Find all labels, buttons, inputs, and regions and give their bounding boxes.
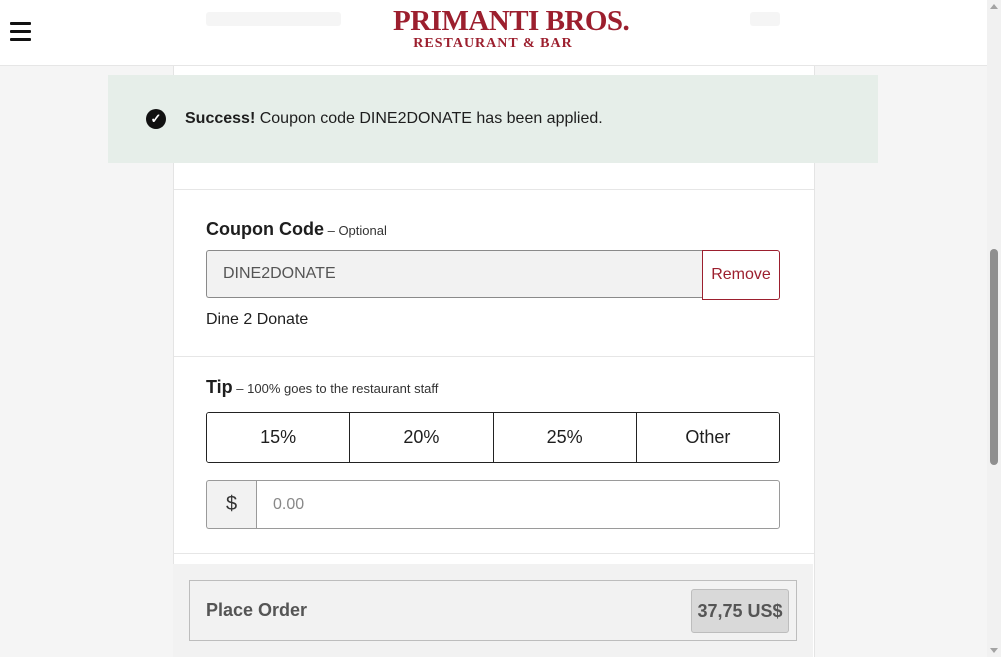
- success-banner: ✓ Success! Coupon code DINE2DONATE has b…: [108, 75, 878, 163]
- coupon-description: Dine 2 Donate: [206, 311, 309, 328]
- menu-icon-line: [10, 22, 31, 25]
- section-divider: [174, 356, 814, 357]
- place-order-button[interactable]: Place Order 37,75 US$: [189, 580, 797, 641]
- coupon-title: Coupon Code: [206, 219, 324, 239]
- banner-message: Success! Coupon code DINE2DONATE has bee…: [185, 109, 603, 129]
- order-total: 37,75 US$: [691, 589, 789, 633]
- scroll-thumb[interactable]: [990, 249, 998, 465]
- tip-title: Tip: [206, 377, 233, 397]
- site-header: PRIMANTI BROS. RESTAURANT & BAR: [0, 0, 987, 66]
- logo-main-text: PRIMANTI BROS.: [393, 5, 630, 37]
- tip-option-15[interactable]: 15%: [207, 413, 351, 462]
- dollar-sign-addon: $: [206, 480, 256, 529]
- remove-coupon-button[interactable]: Remove: [702, 250, 780, 300]
- tip-amount-input[interactable]: 0.00: [256, 480, 780, 529]
- coupon-optional-note: – Optional: [323, 223, 387, 238]
- page-scrollbar[interactable]: [987, 0, 1001, 657]
- section-divider: [174, 189, 814, 190]
- scroll-up-icon[interactable]: [990, 4, 998, 9]
- place-order-label: Place Order: [206, 600, 308, 620]
- tip-option-other[interactable]: Other: [636, 413, 779, 462]
- scroll-down-icon[interactable]: [990, 648, 998, 653]
- logo-sub-text: RESTAURANT & BAR: [413, 36, 573, 51]
- menu-icon-line: [10, 30, 31, 33]
- tip-option-25[interactable]: 25%: [493, 413, 637, 462]
- brand-logo[interactable]: PRIMANTI BROS. RESTAURANT & BAR: [393, 5, 630, 51]
- tip-options: 15% 20% 25% Other: [206, 412, 780, 463]
- tip-note: – 100% goes to the restaurant staff: [232, 381, 439, 396]
- obscured-row: [206, 12, 341, 26]
- check-circle-icon: ✓: [146, 109, 166, 129]
- tip-heading: Tip – 100% goes to the restaurant staff: [206, 377, 438, 398]
- banner-strong: Success!: [185, 110, 256, 127]
- tip-option-20[interactable]: 20%: [350, 413, 494, 462]
- menu-icon-line: [10, 38, 31, 41]
- coupon-input[interactable]: DINE2DONATE: [206, 250, 702, 298]
- section-divider: [174, 553, 814, 554]
- obscured-row: [750, 12, 780, 26]
- coupon-heading: Coupon Code – Optional: [206, 219, 387, 240]
- banner-text: Coupon code DINE2DONATE has been applied…: [255, 110, 603, 127]
- menu-icon[interactable]: [10, 22, 31, 41]
